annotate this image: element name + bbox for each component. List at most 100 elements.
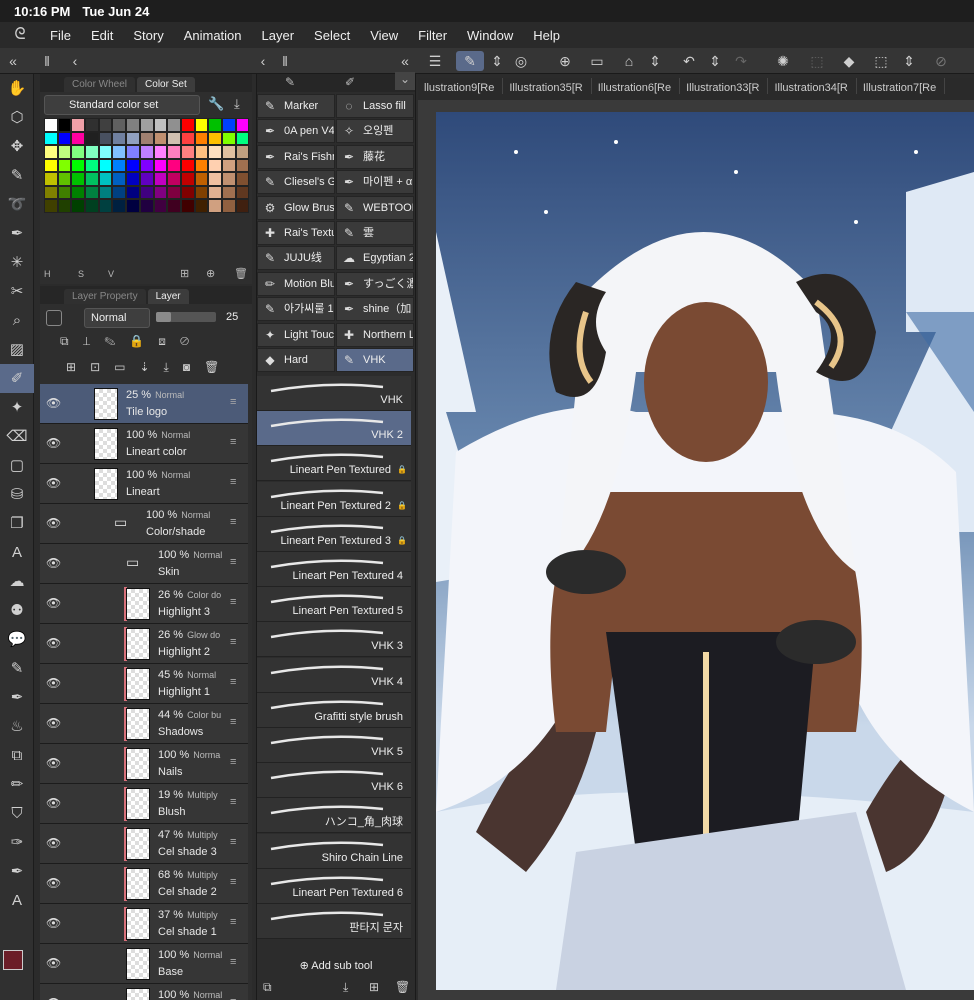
menu-icon[interactable]: ☰ [424,51,446,71]
color-swatch[interactable] [208,172,222,186]
layer-menu-icon[interactable]: ≡ [230,996,236,1000]
doc-tab[interactable]: Illustration33[R [680,78,769,94]
brush-preset-row[interactable]: Lineart Pen Textured 5 [257,587,411,623]
sub-tool-button[interactable]: ✒ すっごく濃 [336,271,414,296]
menu-select[interactable]: Select [304,28,360,43]
color-swatch[interactable] [57,145,72,159]
color-swatch[interactable] [139,118,154,132]
visibility-eye-icon[interactable]: 👁 [46,756,61,770]
sub-tool-button[interactable]: ✎ Marker [257,94,335,118]
color-swatch[interactable] [153,145,168,159]
sub-tool-button[interactable]: ◆ Hard [257,348,335,372]
layer-row[interactable]: 👁 100 % Normal Base ≡ [40,944,248,984]
color-swatch[interactable] [98,199,113,213]
sub-tool-button[interactable]: ✒ 마이펜 + α [336,170,414,195]
color-swatch[interactable] [126,118,140,132]
text-tool-icon[interactable]: A [0,538,34,567]
color-swatch[interactable] [71,145,86,159]
sub-tool-button[interactable]: ☁ Egyptian 2 [336,246,414,271]
mask-add-icon[interactable]: ◙ [183,360,204,374]
pen-tool-icon[interactable]: ✒ [0,219,34,248]
color-swatch[interactable] [221,199,236,213]
color-swatch[interactable] [57,199,72,213]
sub-tool-button[interactable]: ✎ JUJU线 [257,246,335,271]
color-swatch[interactable] [180,172,195,186]
layer-menu-icon[interactable]: ≡ [230,556,236,568]
merge-icon[interactable]: ⤓ [164,360,183,374]
brush-preset-row[interactable]: VHK [257,376,411,411]
layer-row[interactable]: 👁 100 % Norma Nails ≡ [40,744,248,784]
loading-icon[interactable]: ✺ [772,51,794,71]
color-swatch[interactable] [139,199,154,213]
color-swatch[interactable] [85,145,99,159]
value-label[interactable]: V [108,269,114,279]
color-swatch[interactable] [112,118,127,132]
layer-row[interactable]: 👁 45 % Normal Highlight 1 ≡ [40,664,248,704]
brush-preset-row[interactable]: Shiro Chain Line [257,833,411,869]
color-swatch[interactable] [126,199,140,213]
color-swatch[interactable] [153,185,168,199]
color-swatch[interactable] [57,172,72,186]
color-swatch[interactable] [85,158,99,172]
eraser-tool-icon[interactable]: ⌫ [0,422,34,451]
color-swatch[interactable] [235,185,250,199]
layer-row[interactable]: 👁 ▭ 100 % Normal Color/shade ≡ [40,504,248,544]
color-swatch[interactable] [44,145,58,159]
updown-icon[interactable]: ⇕ [486,51,508,71]
color-swatch[interactable] [235,158,250,172]
hand-tool-icon[interactable]: ✋ [0,74,34,103]
layer-menu-icon[interactable]: ≡ [230,636,236,648]
layer-menu-icon[interactable]: ≡ [230,436,236,448]
color-swatch[interactable] [167,131,181,145]
tab-dropdown-icon[interactable]: ⌄ [395,72,415,90]
color-set-dropdown[interactable]: Standard color set [44,95,200,115]
color-swatch[interactable] [208,145,222,159]
color-swatch[interactable] [112,158,127,172]
sub-tool-button[interactable]: ✒ shine（加 [336,297,414,322]
brush-preset-row[interactable]: 🔒 Lineart Pen Textured 3 [257,516,411,552]
color-swatch[interactable] [194,199,209,213]
sub-tool-button[interactable]: ✏ Motion Blu [257,271,335,296]
mask-icon[interactable]: ⧈ [158,334,180,348]
color-swatch[interactable] [44,185,58,199]
color-swatch[interactable] [85,118,99,132]
color-swatch[interactable] [208,118,222,132]
updown-icon-3[interactable]: ⇕ [704,51,726,71]
layer-menu-icon[interactable]: ≡ [230,716,236,728]
collapse-icon[interactable]: ‹ [64,51,86,71]
sparkle-tool-icon[interactable]: ✳ [0,248,34,277]
color-swatch[interactable] [208,199,222,213]
color-swatch[interactable] [71,185,86,199]
sub-tool-button[interactable]: ✚ Northern L [336,322,414,347]
color-swatch[interactable] [112,185,127,199]
visibility-eye-icon[interactable]: 👁 [46,956,61,970]
open-folder-icon[interactable]: ▭ [586,51,608,71]
mask-link-icon[interactable]: ⊘ [180,334,203,348]
clip-icon[interactable]: ⧉ [60,334,83,348]
zoom-tool-icon[interactable]: ⌕ [0,306,34,335]
brush-preset-row[interactable]: VHK 4 [257,657,411,693]
layer-menu-icon[interactable]: ≡ [230,676,236,688]
doc-tab[interactable]: Illustration35[R [503,78,592,94]
color-swatch[interactable] [85,131,99,145]
menu-filter[interactable]: Filter [408,28,457,43]
sub-tool-button[interactable]: ✎ 아가씨룰 1 [257,297,335,322]
figure-tool-icon[interactable]: ⚉ [0,596,34,625]
canvas-artwork[interactable] [436,112,974,990]
object-tool-icon[interactable]: ⬡ [0,103,34,132]
color-swatch[interactable] [194,185,209,199]
visibility-eye-icon[interactable]: 👁 [46,996,61,1000]
color-swatch[interactable] [208,131,222,145]
color-swatch[interactable] [167,145,181,159]
color-swatch[interactable] [221,158,236,172]
fill-icon[interactable]: ◆ [838,51,860,71]
color-swatch[interactable] [85,185,99,199]
color-swatch[interactable] [57,118,72,132]
color-swatch[interactable] [153,118,168,132]
color-swatch[interactable] [139,158,154,172]
spiral-icon[interactable]: ◎ [510,51,532,71]
selection-icon[interactable]: ⬚ [806,51,828,71]
ribbon-tool-icon[interactable]: ✂ [0,277,34,306]
visibility-eye-icon[interactable]: 👁 [46,596,61,610]
delete-brush-icon[interactable]: 🗑 [395,980,410,994]
